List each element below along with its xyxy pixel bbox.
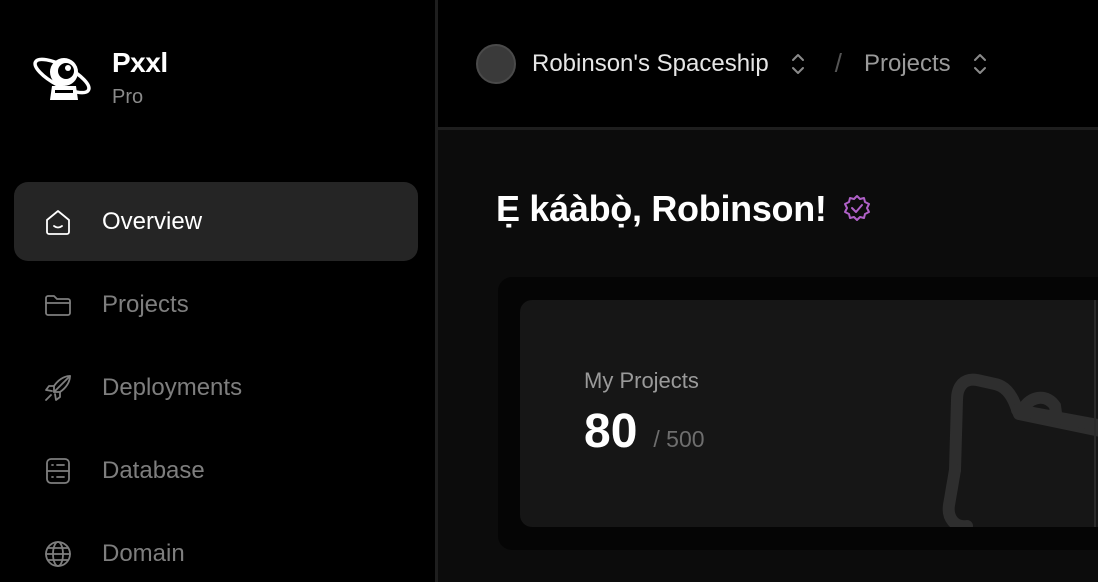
stat-limit: / 500 xyxy=(653,426,705,452)
sidebar: Pxxl Pro Overview Projects Deployments D… xyxy=(0,0,435,582)
projects-stat-card: My Projects 80 / 500 xyxy=(498,277,1098,550)
stat-value: 80 / 500 xyxy=(584,404,705,459)
database-icon xyxy=(40,453,76,489)
astronaut-logo-icon xyxy=(33,57,91,100)
chevron-up-down-icon[interactable] xyxy=(789,51,807,77)
section-switcher[interactable]: Projects xyxy=(864,50,951,78)
breadcrumb: Robinson's Spaceship / Projects xyxy=(438,0,1098,127)
sidebar-nav: Overview Projects Deployments Database D… xyxy=(14,182,418,582)
breadcrumb-separator: / xyxy=(834,48,842,78)
workspace-avatar[interactable] xyxy=(476,43,516,84)
sidebar-item-label: Database xyxy=(102,456,205,484)
workspace-switcher[interactable]: Robinson's Spaceship xyxy=(532,50,769,78)
verified-badge-icon xyxy=(843,195,870,221)
sidebar-item-label: Domain xyxy=(102,539,185,567)
page-title: Ẹ káàbọ̀, Robinson! xyxy=(496,188,873,230)
card-edge-divider xyxy=(1094,300,1096,527)
folder-illustration-icon xyxy=(942,373,1098,527)
sidebar-item-deployments[interactable]: Deployments xyxy=(14,348,418,427)
main-content: Ẹ káàbọ̀, Robinson! My Projects 80 / 500 xyxy=(438,130,1098,582)
sidebar-item-database[interactable]: Database xyxy=(14,431,418,510)
brand-name: Pxxl xyxy=(112,47,168,78)
sidebar-item-projects[interactable]: Projects xyxy=(14,265,418,344)
sidebar-item-domain[interactable]: Domain xyxy=(14,514,418,582)
folder-icon xyxy=(40,287,76,323)
sidebar-item-label: Deployments xyxy=(102,373,243,401)
stat-count: 80 xyxy=(584,405,638,458)
brand[interactable]: Pxxl Pro xyxy=(28,46,168,110)
sidebar-item-overview[interactable]: Overview xyxy=(14,182,418,261)
sidebar-item-label: Projects xyxy=(102,290,189,318)
stat-label: My Projects xyxy=(584,368,699,393)
rocket-icon xyxy=(40,370,76,406)
globe-icon xyxy=(40,536,76,572)
greeting-text: Ẹ káàbọ̀, Robinson! xyxy=(496,188,827,229)
home-icon xyxy=(40,204,76,240)
chevron-up-down-icon[interactable] xyxy=(971,51,989,77)
sidebar-item-label: Overview xyxy=(102,207,203,235)
projects-stat-panel[interactable]: My Projects 80 / 500 xyxy=(520,300,1098,527)
plan-label: Pro xyxy=(112,86,144,108)
